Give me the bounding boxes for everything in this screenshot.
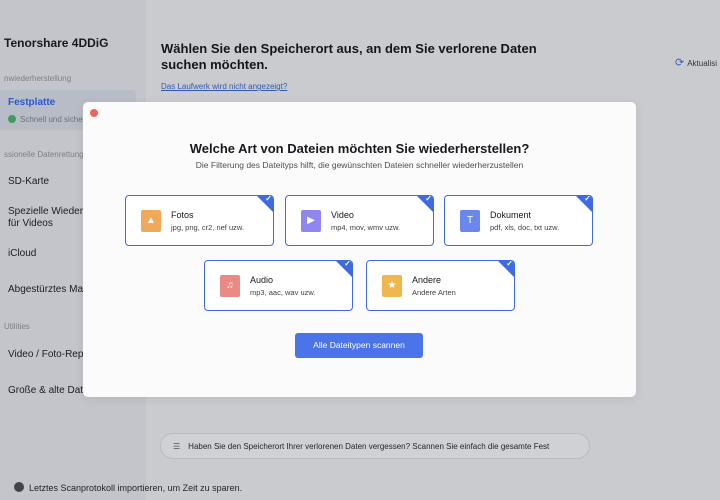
file-type-name: Andere [412,275,442,285]
file-type-name: Audio [250,275,274,285]
checkmark-icon: ✓ [584,195,591,203]
sidebar-item-sd-card[interactable]: SD-Karte [8,176,49,188]
other-file-icon: ★ [382,275,402,297]
file-type-extensions: mp4, mov, wmv uzw. [331,223,401,232]
scan-hint-bar[interactable]: ☰ Haben Sie den Speicherort Ihrer verlore… [160,433,590,459]
file-type-extensions: jpg, png, cr2, nef uzw. [171,223,244,232]
document-icon: T [460,210,480,232]
sidebar-item-repair[interactable]: Video / Foto-Repa [8,349,89,361]
checkmark-icon: ✓ [344,260,351,268]
history-icon [14,482,24,492]
file-type-card-audio[interactable]: ✓ ♫ Audio mp3, aac, wav uzw. [204,260,353,311]
drive-not-shown-link[interactable]: Das Laufwerk wird nicht angezeigt? [161,82,287,91]
file-type-card-andere[interactable]: ✓ ★ Andere Andere Arten [366,260,515,311]
file-type-card-dokument[interactable]: ✓ T Dokument pdf, xls, doc, txt uzw. [444,195,593,246]
file-type-name: Video [331,210,354,220]
photo-icon: ▲ [141,210,161,232]
file-type-extensions: mp3, aac, wav uzw. [250,288,316,297]
file-type-name: Fotos [171,210,194,220]
file-type-name: Dokument [490,210,532,220]
sidebar-item-video-recovery[interactable]: Spezielle Wiederh für Videos [8,206,89,230]
audio-icon: ♫ [220,275,240,297]
shield-check-icon [8,115,16,123]
video-icon: ▶ [301,210,321,232]
import-scan-log[interactable]: Letztes Scanprotokoll importieren, um Ze… [14,482,242,493]
checkmark-icon: ✓ [265,195,272,203]
file-type-dialog: Welche Art von Dateien möchten Sie wiede… [83,102,636,397]
refresh-icon: ⟳ [675,57,685,69]
dialog-subtitle: Die Filterung des Dateityps hilft, die g… [195,160,524,170]
sidebar-section-recovery: nwiederherstellung [4,74,72,83]
sidebar-item-festplatte-label: Festplatte [8,97,56,108]
file-type-extensions: Andere Arten [412,288,456,297]
sidebar-item-festplatte-status: Schnell und sicher [8,115,85,124]
file-type-card-video[interactable]: ✓ ▶ Video mp4, mov, wmv uzw. [285,195,434,246]
sidebar-item-large-files[interactable]: Große & alte Date [8,385,89,397]
checkmark-icon: ✓ [506,260,513,268]
sidebar-item-icloud[interactable]: iCloud [8,248,36,260]
dialog-title: Welche Art von Dateien möchten Sie wiede… [189,141,530,156]
close-button[interactable] [90,109,98,117]
app-brand: Tenorshare 4DDiG [4,36,109,50]
sidebar-section-professional: ssionelle Datenrettung [4,150,84,159]
sidebar-section-utilities: Utilities [4,322,30,331]
checkmark-icon: ✓ [425,195,432,203]
refresh-button[interactable]: ⟳ Aktualisi [675,56,717,69]
sidebar-item-crashed-mac[interactable]: Abgestürztes Mac [8,284,88,296]
list-icon: ☰ [173,442,181,451]
file-type-extensions: pdf, xls, doc, txt uzw. [490,223,560,232]
file-type-card-fotos[interactable]: ✓ ▲ Fotos jpg, png, cr2, nef uzw. [125,195,274,246]
page-title: Wählen Sie den Speicherort aus, an dem S… [161,41,537,72]
scan-all-button[interactable]: Alle Dateitypen scannen [295,333,423,358]
